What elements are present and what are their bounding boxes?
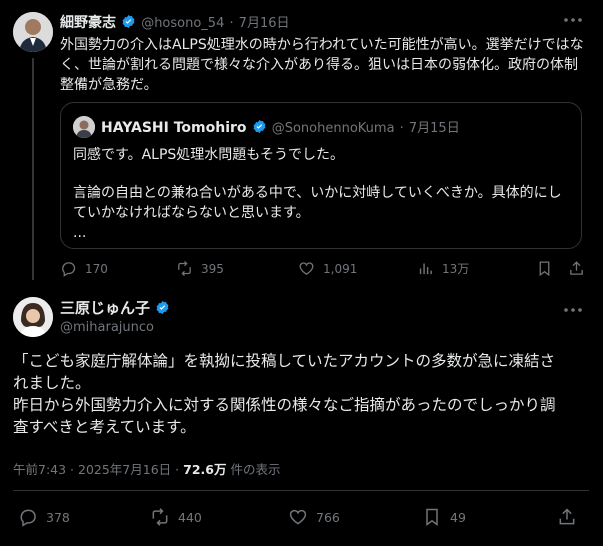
quote-text-line: ていかなければならないと思います。 <box>73 205 310 221</box>
reply-icon <box>20 509 36 527</box>
timestamp[interactable]: 午前7:43 · 2025年7月16日 <box>13 462 171 477</box>
handle[interactable]: @miharajunco <box>60 320 154 335</box>
quote-display-name: HAYASHI Tomohiro <box>101 120 247 136</box>
avatar[interactable] <box>13 297 53 337</box>
tweet-text-line: 「こども家庭庁解体論」を執拗に投稿していたアカウントの多数が急に凍結さ <box>13 352 556 370</box>
verified-badge-icon <box>122 14 135 29</box>
meta-separator: · <box>175 462 180 477</box>
divider <box>13 490 589 491</box>
bookmark-icon <box>539 261 550 277</box>
reply-count: 170 <box>85 261 108 276</box>
quote-avatar <box>73 116 95 138</box>
tweet-text-line: 査すべきと考えています。 <box>13 418 196 436</box>
display-name[interactable]: 細野豪志 <box>60 15 116 31</box>
person-photo <box>73 116 95 138</box>
person-photo <box>13 297 53 337</box>
like-count: 766 <box>316 509 340 525</box>
like-button[interactable]: 1,091 <box>298 260 357 277</box>
avatar[interactable] <box>13 12 53 52</box>
bookmark-icon <box>426 508 438 526</box>
tweet-text-line: 整備が急務だ。 <box>60 77 158 93</box>
reply-button[interactable]: 170 <box>60 260 108 277</box>
reply-icon <box>62 262 76 277</box>
quote-date: 7月15日 <box>408 121 460 136</box>
bookmark-button[interactable]: 49 <box>422 507 466 527</box>
tweet-text-line: れました。 <box>13 374 91 392</box>
quote-text-ellipsis: ... <box>73 225 87 241</box>
more-options-button[interactable] <box>562 302 584 318</box>
more-dots-icon <box>564 308 582 312</box>
quote-text-line: 言論の自由との兼ね合いがある中で、いかに対峙していくべきか。具体的にし <box>73 185 562 201</box>
display-name[interactable]: 三原じゅん子 <box>60 299 150 317</box>
tweet-header: 細野豪志 @hosono_54 · 7月16日 <box>60 12 290 32</box>
more-options-button[interactable] <box>562 12 584 28</box>
verified-badge-icon <box>253 119 266 134</box>
tweet-text-line: く、世論が割れる問題で様々な介入があり得る。狙いは日本の弱体化。政府の体制 <box>60 57 578 73</box>
handle[interactable]: @hosono_54 <box>141 16 224 31</box>
repost-count: 395 <box>201 261 224 276</box>
tweet-text: 外国勢力の介入はALPS処理水の時から行われていた可能性が高い。選挙だけではな … <box>60 35 590 95</box>
tweet-text: 「こども家庭庁解体論」を執拗に投稿していたアカウントの多数が急に凍結さ れました… <box>13 350 595 438</box>
share-icon <box>570 261 583 275</box>
more-dots-icon <box>564 18 582 22</box>
quoted-tweet[interactable]: HAYASHI Tomohiro @SonohennoKuma · 7月15日 … <box>60 102 582 249</box>
quote-header: HAYASHI Tomohiro @SonohennoKuma · 7月15日 <box>101 117 460 136</box>
repost-count: 440 <box>178 509 202 525</box>
person-photo <box>13 12 53 52</box>
tweet-text-line: 昨日から外国勢力介入に対する関係性の様々なご指摘があったのでしっかり調 <box>13 396 556 414</box>
quote-text: 同感です。ALPS処理水問題もそうでした。 言論の自由との兼ね合いがある中で、い… <box>73 145 573 243</box>
tweet-text-line: 外国勢力の介入はALPS処理水の時から行われていた可能性が高い。選挙だけではな <box>60 37 584 53</box>
quote-handle: @SonohennoKuma <box>271 121 395 136</box>
bookmark-button[interactable] <box>536 260 553 277</box>
share-button[interactable] <box>557 507 577 527</box>
tweet-header: 三原じゅん子 <box>60 297 170 318</box>
share-icon <box>559 508 575 525</box>
quote-text-line: 同感です。ALPS処理水問題もそうでした。 <box>73 147 345 163</box>
tweet-meta: 午前7:43 · 2025年7月16日 · 72.6万 件の表示 <box>13 459 280 478</box>
views-count: 72.6万 <box>183 462 227 477</box>
views-label: 件の表示 <box>230 462 281 477</box>
verified-badge-icon <box>156 300 169 315</box>
views-chart-icon <box>419 263 432 275</box>
heart-icon <box>299 262 314 275</box>
separator: · <box>399 121 404 136</box>
reply-button[interactable]: 378 <box>18 507 70 527</box>
bookmark-count: 49 <box>450 509 466 525</box>
views-button[interactable]: 13万 <box>417 260 469 277</box>
views-count: 13万 <box>442 262 470 276</box>
repost-button[interactable]: 395 <box>176 260 224 277</box>
repost-icon <box>178 260 191 277</box>
post-date[interactable]: 7月16日 <box>239 16 290 31</box>
like-button[interactable]: 766 <box>288 507 340 527</box>
repost-button[interactable]: 440 <box>150 507 202 527</box>
heart-icon <box>289 509 307 525</box>
share-button[interactable] <box>568 260 585 277</box>
thread-line <box>32 58 34 280</box>
like-count: 1,091 <box>323 261 358 276</box>
repost-icon <box>152 508 168 526</box>
separator: · <box>229 16 234 31</box>
reply-count: 378 <box>46 509 70 525</box>
